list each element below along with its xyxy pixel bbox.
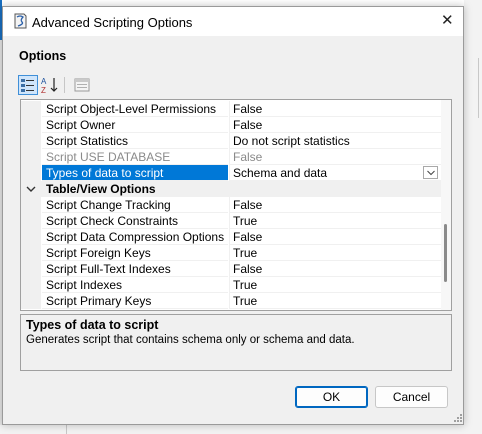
property-row[interactable]: Script Owner False [21, 117, 441, 133]
property-name: Script Full-Text Indexes [42, 261, 228, 277]
property-row-selected[interactable]: Types of data to script Schema and data [21, 165, 441, 181]
background-divider [478, 58, 479, 118]
property-value[interactable]: True [229, 293, 441, 309]
property-name: Script Data Compression Options [42, 229, 228, 245]
description-title: Types of data to script [26, 318, 159, 332]
row-margin [21, 101, 41, 117]
options-heading: Options [19, 49, 67, 63]
description-text: Generates script that contains schema on… [26, 334, 355, 346]
background-app-panel [464, 0, 482, 434]
property-row[interactable]: Script Data Compression Options False [21, 229, 441, 245]
property-name: Script Owner [42, 117, 228, 133]
row-margin [21, 197, 41, 213]
property-row[interactable]: Script Change Tracking False [21, 197, 441, 213]
row-margin [21, 133, 41, 149]
property-name: Script Check Constraints [42, 213, 228, 229]
svg-text:Z: Z [41, 86, 46, 95]
alphabetical-button[interactable]: A Z [40, 75, 60, 95]
dropdown-value: Schema and data [233, 166, 328, 180]
property-row[interactable]: Script Statistics Do not script statisti… [21, 133, 441, 149]
background-divider [66, 425, 67, 434]
property-row[interactable]: Script Foreign Keys True [21, 245, 441, 261]
category-row[interactable]: Table/View Options [21, 181, 441, 197]
property-name: Types of data to script [42, 165, 228, 181]
property-name: Script Object-Level Permissions [42, 101, 228, 117]
categorized-icon [21, 79, 34, 92]
property-name: Script USE DATABASE [42, 149, 228, 165]
property-value[interactable]: True [229, 245, 441, 261]
row-margin [21, 229, 41, 245]
window-title: Advanced Scripting Options [32, 15, 193, 30]
property-pages-button[interactable] [72, 75, 92, 95]
property-name: Script Indexes [42, 277, 228, 293]
property-value[interactable]: True [229, 213, 441, 229]
property-grid: Script Object-Level Permissions False Sc… [20, 99, 452, 311]
property-row[interactable]: Script Full-Text Indexes False [21, 261, 441, 277]
property-value[interactable]: False [229, 197, 441, 213]
vertical-scrollbar[interactable] [441, 100, 451, 310]
chevron-down-icon [427, 170, 435, 176]
property-name: Script Change Tracking [42, 197, 228, 213]
resize-grip-icon[interactable] [453, 413, 463, 423]
ok-button[interactable]: OK [295, 386, 368, 408]
property-value-dropdown[interactable]: Schema and data [229, 165, 441, 181]
property-name: Script Primary Keys [42, 293, 228, 309]
categorized-button[interactable] [18, 75, 38, 95]
background-app-footer [0, 425, 482, 434]
dropdown-button[interactable] [423, 166, 438, 179]
row-margin [21, 213, 41, 229]
description-pane: Types of data to script Generates script… [20, 314, 452, 371]
property-value[interactable]: False [229, 101, 441, 117]
category-value-empty [229, 181, 441, 197]
property-pages-icon [74, 78, 90, 92]
property-value: False [229, 149, 441, 165]
advanced-scripting-options-dialog: Advanced Scripting Options ✕ Options A Z [2, 6, 464, 425]
scripting-wizard-icon [14, 13, 27, 29]
row-margin [21, 165, 41, 181]
collapse-chevron-icon[interactable] [26, 184, 36, 194]
property-row[interactable]: Script Primary Keys True [21, 293, 441, 309]
category-label: Table/View Options [42, 181, 228, 197]
row-margin [21, 181, 41, 197]
property-row-disabled: Script USE DATABASE False [21, 149, 441, 165]
cancel-button[interactable]: Cancel [375, 386, 448, 408]
scrollbar-thumb[interactable] [444, 224, 447, 282]
row-margin [21, 261, 41, 277]
property-row[interactable]: Script Object-Level Permissions False [21, 101, 441, 117]
property-value[interactable]: False [229, 261, 441, 277]
alphabetical-sort-icon: A Z [41, 77, 58, 95]
property-row[interactable]: Script Indexes True [21, 277, 441, 293]
row-margin [21, 117, 41, 133]
property-value[interactable]: Do not script statistics [229, 133, 441, 149]
title-bar: Advanced Scripting Options ✕ [3, 7, 463, 36]
property-name: Script Foreign Keys [42, 245, 228, 261]
property-name: Script Statistics [42, 133, 228, 149]
property-value[interactable]: False [229, 229, 441, 245]
row-margin [21, 293, 41, 309]
property-value[interactable]: True [229, 277, 441, 293]
row-margin [21, 245, 41, 261]
close-icon: ✕ [441, 12, 454, 29]
property-value[interactable]: False [229, 117, 441, 133]
row-margin [21, 277, 41, 293]
close-button[interactable]: ✕ [428, 7, 463, 36]
svg-text:A: A [41, 77, 47, 86]
toolbar-separator [64, 77, 65, 93]
row-margin [21, 149, 41, 165]
property-row[interactable]: Script Check Constraints True [21, 213, 441, 229]
